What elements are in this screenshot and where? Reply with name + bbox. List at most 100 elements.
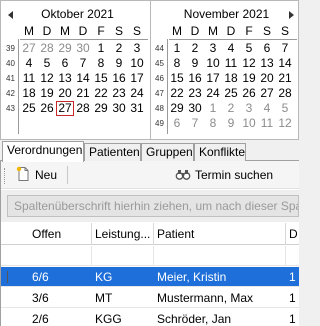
- calendar-day[interactable]: 23: [110, 86, 128, 101]
- calendar-day[interactable]: 29: [168, 101, 186, 116]
- calendar-day[interactable]: 1: [204, 101, 222, 116]
- column-header-d[interactable]: D: [286, 223, 299, 245]
- calendar-day[interactable]: 17: [128, 71, 146, 86]
- calendar-day[interactable]: 11: [258, 116, 276, 131]
- calendar-day[interactable]: 1: [92, 41, 110, 56]
- calendar-day[interactable]: 11: [20, 71, 38, 86]
- calendar-day[interactable]: 10: [204, 56, 222, 71]
- calendar-day[interactable]: 18: [222, 71, 240, 86]
- calendar-day[interactable]: 22: [168, 86, 186, 101]
- prev-month-icon[interactable]: [5, 9, 17, 21]
- calendar-day[interactable]: 30: [110, 101, 128, 116]
- calendar-day[interactable]: 21: [276, 71, 294, 86]
- calendar-day[interactable]: 24: [204, 86, 222, 101]
- next-month-icon[interactable]: [285, 9, 297, 21]
- calendar-day[interactable]: 23: [186, 86, 204, 101]
- tab-konflikte[interactable]: Konflikte: [194, 143, 246, 161]
- calendar-day[interactable]: 5: [240, 41, 258, 56]
- calendar-day[interactable]: 19: [240, 71, 258, 86]
- table-row[interactable]: 6/6 KG Meier, Kristin 1: [1, 267, 299, 287]
- row-indicator[interactable]: [3, 267, 29, 287]
- calendar-day[interactable]: 5: [38, 56, 56, 71]
- calendar-day[interactable]: 22: [92, 86, 110, 101]
- calendar-day[interactable]: 4: [20, 56, 38, 71]
- calendar-day[interactable]: 20: [258, 71, 276, 86]
- column-header-patient[interactable]: Patient: [154, 223, 286, 245]
- calendar-day[interactable]: 8: [204, 116, 222, 131]
- calendar-day[interactable]: 7: [186, 116, 204, 131]
- calendar-day[interactable]: 11: [222, 56, 240, 71]
- calendar-day[interactable]: 9: [186, 56, 204, 71]
- calendar-day[interactable]: 6: [56, 56, 74, 71]
- calendar-day[interactable]: 28: [276, 86, 294, 101]
- calendar-day[interactable]: 2: [110, 41, 128, 56]
- calendar-day[interactable]: 28: [74, 101, 92, 116]
- table-row[interactable]: 3/6 MT Mustermann, Max 1: [1, 288, 299, 308]
- calendar-day[interactable]: 20: [56, 86, 74, 101]
- calendar-day[interactable]: 10: [240, 116, 258, 131]
- calendar-day[interactable]: 10: [128, 56, 146, 71]
- calendar-day[interactable]: 15: [168, 71, 186, 86]
- column-header-offen[interactable]: Offen: [29, 223, 92, 245]
- calendar-day[interactable]: 1: [168, 41, 186, 56]
- tab-gruppen[interactable]: Gruppen: [141, 143, 194, 161]
- calendar-day[interactable]: 30: [186, 101, 204, 116]
- calendar-day[interactable]: 15: [92, 71, 110, 86]
- row-indicator[interactable]: [3, 309, 29, 326]
- calendar-day[interactable]: 6: [258, 41, 276, 56]
- month-calendar[interactable]: Oktober 2021 MDMDFSS 39 40 41 42 43 27 28 29 30…: [0, 0, 299, 140]
- calendar-day[interactable]: 29: [56, 41, 74, 56]
- calendar-day[interactable]: 26: [38, 101, 56, 116]
- filter-cell[interactable]: [92, 246, 154, 266]
- calendar-day[interactable]: 3: [128, 41, 146, 56]
- calendar-day[interactable]: 6: [168, 116, 186, 131]
- calendar-day[interactable]: 24: [128, 86, 146, 101]
- calendar-day[interactable]: 3: [204, 41, 222, 56]
- calendar-day[interactable]: 12: [240, 56, 258, 71]
- calendar-day[interactable]: 28: [38, 41, 56, 56]
- calendar-day[interactable]: 21: [74, 86, 92, 101]
- calendar-day[interactable]: 17: [204, 71, 222, 86]
- search-appointment-button[interactable]: Termin suchen: [175, 166, 273, 184]
- calendar-day-today[interactable]: 27: [56, 101, 74, 116]
- calendar-day[interactable]: 14: [276, 56, 294, 71]
- row-indicator[interactable]: [3, 288, 29, 308]
- calendar-day[interactable]: 7: [74, 56, 92, 71]
- column-header-leistung[interactable]: Leistung...: [92, 223, 154, 245]
- calendar-day[interactable]: 14: [74, 71, 92, 86]
- calendar-day[interactable]: 12: [276, 116, 294, 131]
- calendar-day[interactable]: 12: [38, 71, 56, 86]
- calendar-day[interactable]: 16: [110, 71, 128, 86]
- calendar-day[interactable]: 27: [258, 86, 276, 101]
- calendar-day[interactable]: 7: [276, 41, 294, 56]
- filter-cell[interactable]: [29, 246, 92, 266]
- calendar-day[interactable]: 9: [222, 116, 240, 131]
- calendar-day[interactable]: 9: [110, 56, 128, 71]
- calendar-day[interactable]: 29: [92, 101, 110, 116]
- tab-patienten[interactable]: Patienten: [84, 143, 141, 161]
- tab-verordnungen[interactable]: Verordnungen: [2, 141, 84, 162]
- new-button[interactable]: Neu: [15, 166, 57, 184]
- calendar-day[interactable]: 2: [186, 41, 204, 56]
- calendar-day[interactable]: 27: [20, 41, 38, 56]
- calendar-day[interactable]: 3: [240, 101, 258, 116]
- group-panel[interactable]: Spaltenüberschrift hierhin ziehen, um na…: [1, 190, 299, 222]
- calendar-day[interactable]: 5: [276, 101, 294, 116]
- calendar-day[interactable]: 19: [38, 86, 56, 101]
- calendar-day[interactable]: 8: [92, 56, 110, 71]
- calendar-day[interactable]: 31: [128, 101, 146, 116]
- calendar-day[interactable]: 18: [20, 86, 38, 101]
- calendar-day[interactable]: 13: [258, 56, 276, 71]
- table-row[interactable]: 2/6 KGG Schröder, Jan 1: [1, 309, 299, 326]
- calendar-day[interactable]: 16: [186, 71, 204, 86]
- calendar-day[interactable]: 2: [222, 101, 240, 116]
- calendar-day[interactable]: 8: [168, 56, 186, 71]
- calendar-day[interactable]: 26: [240, 86, 258, 101]
- calendar-day[interactable]: 25: [20, 101, 38, 116]
- calendar-day[interactable]: 25: [222, 86, 240, 101]
- filter-row[interactable]: [1, 246, 299, 266]
- calendar-day[interactable]: 30: [74, 41, 92, 56]
- calendar-day[interactable]: 4: [222, 41, 240, 56]
- filter-cell[interactable]: [154, 246, 286, 266]
- calendar-day[interactable]: 4: [258, 101, 276, 116]
